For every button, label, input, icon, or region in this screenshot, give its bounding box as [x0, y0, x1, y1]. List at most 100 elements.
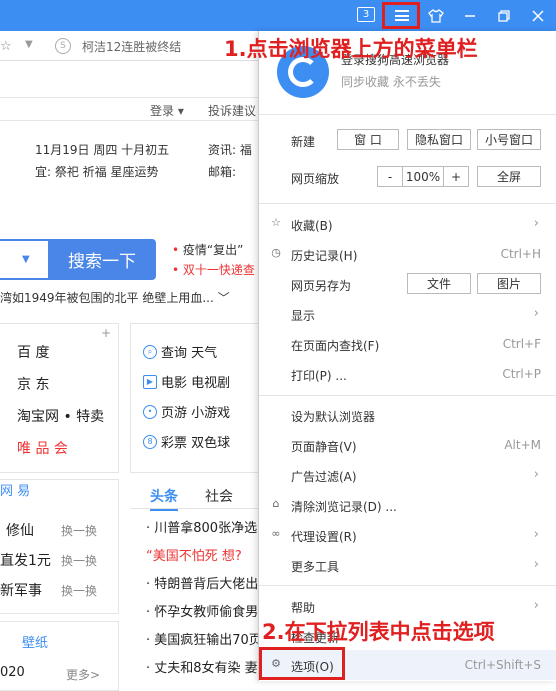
small-window-button[interactable]: 小号窗口	[477, 129, 541, 150]
menu-new-label: 新建	[291, 135, 316, 149]
menu-item-favorites[interactable]: ☆ 收藏(B) ›	[259, 209, 556, 239]
divider	[259, 203, 556, 204]
menu-item-clear-history[interactable]: ⌂ 清除浏览记录(D) ...	[259, 490, 556, 520]
address-bar: ☆ ▼ S 柯洁12连胜被终结	[0, 31, 260, 61]
menu-item-save-as: 网页另存为 文件 图片	[259, 269, 556, 299]
site-vip[interactable]: 唯 品 会	[17, 438, 68, 458]
news-item[interactable]: “美国不怕死 想?	[146, 545, 242, 564]
browser-menu: 登录搜狗高速浏览器 同步收藏 永不丢失 新建 窗 口 隐私窗口 小号窗口 网页缩…	[258, 31, 556, 681]
news-item[interactable]: · 川普拿800张净选	[146, 517, 257, 536]
title-bar: 3	[0, 0, 556, 31]
news-item[interactable]: · 怀孕女教师偷食男	[146, 601, 258, 620]
tab-count-badge[interactable]: 3	[357, 7, 375, 22]
chevron-down-icon[interactable]: ▼	[25, 39, 33, 50]
skin-shirt-icon[interactable]	[420, 0, 452, 31]
swap-link[interactable]: 换一换	[61, 552, 97, 569]
mail-label[interactable]: 邮箱:	[208, 163, 236, 180]
lottery-icon: 8	[143, 434, 157, 449]
wallpaper-title[interactable]: 壁纸	[22, 632, 48, 651]
divider	[259, 585, 556, 586]
star-icon[interactable]: ☆	[0, 39, 12, 54]
login-link[interactable]: 登录 ▾	[150, 102, 184, 119]
chevron-right-icon: ›	[533, 216, 539, 231]
login-bar: 登录 ▾ 投诉建议	[0, 97, 260, 121]
hot-news-item[interactable]: • 双十一快递查	[172, 261, 255, 278]
menu-item-mute[interactable]: 页面静音(V) Alt+M	[259, 430, 556, 460]
service-weather[interactable]: ⌕ 查询 天气	[143, 342, 217, 361]
news-item[interactable]: · 丈夫和8女有染 妻	[146, 657, 258, 676]
news-item[interactable]: · 美国疯狂输出70页	[146, 629, 262, 648]
tab-society[interactable]: 社会	[205, 486, 233, 506]
save-image-button[interactable]: 图片	[477, 273, 541, 294]
menu-item-proxy[interactable]: ∞ 代理设置(R) ›	[259, 520, 556, 550]
minimize-icon[interactable]	[454, 0, 486, 31]
sogou-search-icon: S	[55, 38, 71, 54]
broom-icon: ⌂	[272, 497, 280, 510]
menu-item-more-tools[interactable]: 更多工具 ›	[259, 550, 556, 580]
menu-zoom-row: 网页缩放 - 100% + 全屏	[259, 162, 556, 192]
service-games[interactable]: • 页游 小游戏	[143, 402, 230, 421]
more-link[interactable]: 更多>	[66, 666, 100, 683]
private-window-button[interactable]: 隐私窗口	[407, 129, 471, 150]
search-input[interactable]: ▼	[0, 239, 48, 280]
restore-icon[interactable]	[488, 0, 520, 31]
menu-item-find[interactable]: 在页面内查找(F) Ctrl+F	[259, 329, 556, 359]
save-file-button[interactable]: 文件	[407, 273, 471, 294]
new-window-button[interactable]: 窗 口	[337, 129, 399, 150]
menu-new-row: 新建 窗 口 隐私窗口 小号窗口	[259, 125, 556, 155]
menu-item-history[interactable]: ◷ 历史记录(H) Ctrl+H	[259, 239, 556, 269]
site-taobao[interactable]: 淘宝网 • 特卖	[17, 406, 104, 426]
complain-link[interactable]: 投诉建议	[208, 102, 256, 119]
list-item[interactable]: 新军事	[0, 580, 42, 600]
zoom-value: 100%	[402, 166, 444, 187]
site-baidu[interactable]: 百 度	[17, 342, 49, 362]
step1-annotation: 1.点击浏览器上方的菜单栏	[224, 37, 478, 61]
page-content: 登录 ▾ 投诉建议 11月19日 周四 十月初五 宜: 祭祀 祈福 星座运势 资…	[0, 61, 262, 691]
site-jd[interactable]: 京 东	[17, 374, 49, 394]
menu-sync-text: 同步收藏 永不丢失	[341, 75, 441, 89]
list-item[interactable]: 直发1元	[0, 550, 51, 570]
news-tabs: 头条 社会	[130, 479, 260, 511]
menu-item-display[interactable]: 显示 ›	[259, 299, 556, 329]
chevron-down-icon[interactable]: ▼	[22, 254, 30, 265]
netease-label[interactable]: 网 易	[0, 480, 30, 499]
service-lottery[interactable]: 8 彩票 双色球	[143, 432, 230, 451]
add-icon[interactable]: +	[101, 326, 111, 340]
address-text[interactable]: 柯洁12连胜被终结	[82, 38, 181, 55]
link-icon: ∞	[271, 527, 281, 540]
list-item[interactable]: 修仙	[6, 520, 34, 540]
swap-link[interactable]: 换一换	[61, 582, 97, 599]
star-icon: ☆	[271, 216, 281, 229]
hot-topics-line[interactable]: 湾如1949年被包围的北平 绝壁上用血... ﹀	[0, 289, 230, 306]
clock-icon: ◷	[271, 246, 281, 259]
fullscreen-button[interactable]: 全屏	[477, 166, 541, 187]
menu-item-adblock[interactable]: 广告过滤(A) ›	[259, 460, 556, 490]
chevron-right-icon: ›	[533, 598, 539, 613]
sites-panel: + 百 度 京 东 淘宝网 • 特卖 唯 品 会	[0, 323, 119, 473]
menu-item-set-default[interactable]: 设为默认浏览器	[259, 400, 556, 430]
news-item[interactable]: · 特朗普背后大佬出	[146, 573, 258, 592]
divider	[259, 395, 556, 396]
chevron-right-icon: ›	[533, 306, 539, 321]
hot-news-item[interactable]: • 疫情“复出”	[172, 241, 243, 258]
gamepad-icon: •	[143, 404, 157, 419]
search-icon: ⌕	[143, 344, 157, 359]
menu-item-print[interactable]: 打印(P) ... Ctrl+P	[259, 359, 556, 389]
news-label[interactable]: 资讯: 福	[208, 141, 252, 158]
options-highlight	[259, 647, 345, 680]
search-button[interactable]: 搜索一下	[48, 239, 156, 280]
zoom-in-button[interactable]: +	[443, 166, 469, 187]
date-line: 11月19日 周四 十月初五	[35, 143, 170, 157]
wallpaper-year[interactable]: 020	[0, 665, 25, 680]
almanac-line[interactable]: 宜: 祭祀 祈福 星座运势	[35, 163, 159, 180]
close-icon[interactable]	[522, 0, 554, 31]
zoom-out-button[interactable]: -	[377, 166, 403, 187]
tab-headline[interactable]: 头条	[150, 486, 178, 511]
chevron-right-icon: ›	[533, 467, 539, 482]
play-icon: ▶	[143, 374, 157, 389]
menu-zoom-label: 网页缩放	[291, 172, 340, 186]
services-panel: ⌕ 查询 天气 ▶ 电影 电视剧 • 页游 小游戏 8 彩票 双色球	[130, 323, 260, 473]
service-movies[interactable]: ▶ 电影 电视剧	[143, 372, 230, 391]
swap-link[interactable]: 换一换	[61, 522, 97, 539]
chevron-right-icon: ›	[533, 527, 539, 542]
